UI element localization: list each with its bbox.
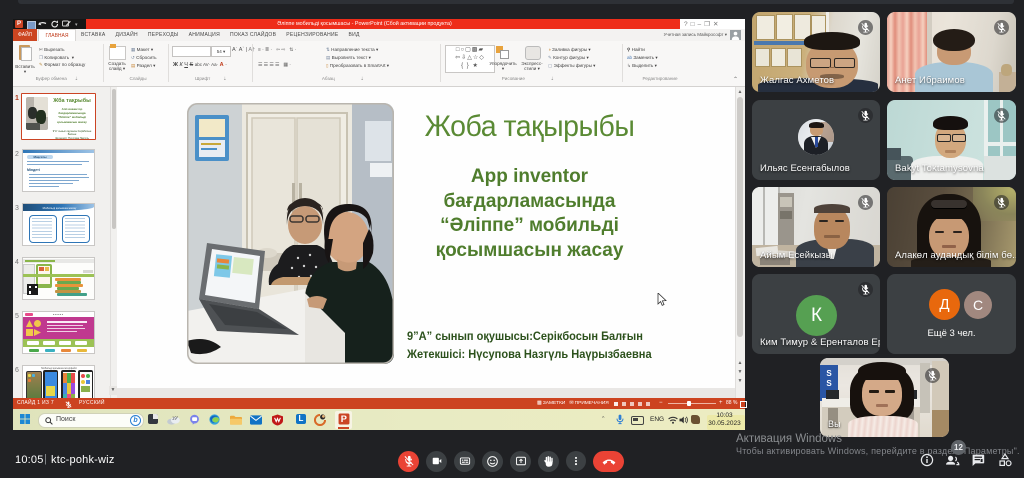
svg-text:19°: 19°	[172, 415, 179, 420]
svg-text:P: P	[340, 414, 346, 424]
